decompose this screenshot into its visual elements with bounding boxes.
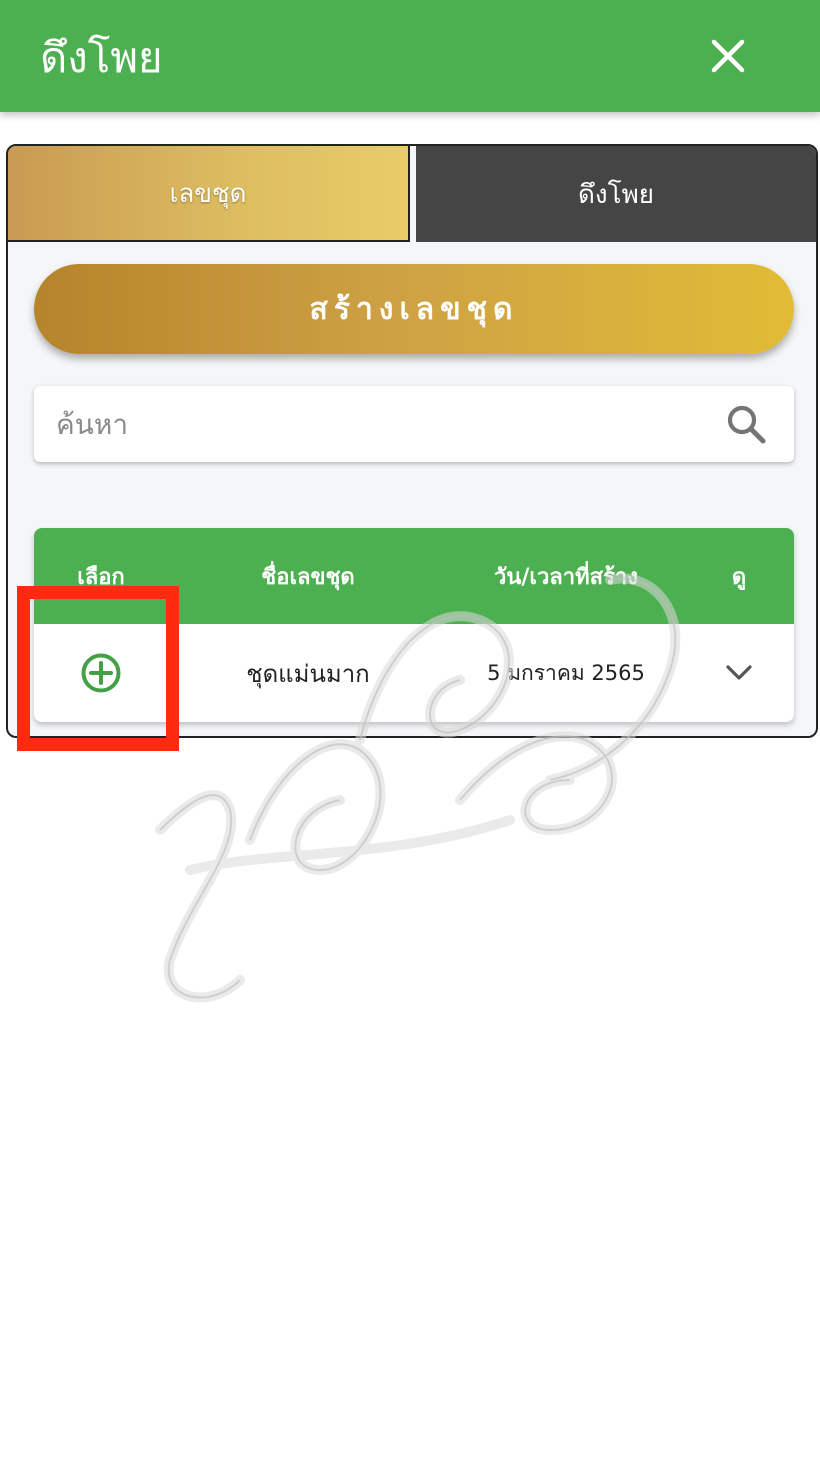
page-title: ดึงโพย	[40, 33, 163, 82]
add-circle-icon[interactable]	[79, 651, 123, 695]
column-header-view: ดู	[731, 564, 747, 590]
tab-label: ดึงโพย	[578, 179, 654, 210]
create-button-label: สร้างเลขชุด	[309, 291, 519, 327]
column-header-select: เลือก	[77, 564, 125, 590]
tab-number-sets[interactable]: เลขชุด	[8, 146, 410, 242]
search-icon[interactable]	[724, 402, 768, 446]
app-header: ดึงโพย	[0, 0, 820, 112]
search-input[interactable]	[56, 396, 696, 452]
tab-bar: เลขชุด ดึงโพย	[8, 146, 816, 242]
number-set-name: ชุดแม่นมาก	[246, 659, 370, 688]
tab-label: เลขชุด	[169, 178, 247, 209]
close-icon	[711, 39, 745, 73]
chevron-down-icon[interactable]	[723, 657, 755, 689]
tab-pull-slip[interactable]: ดึงโพย	[416, 146, 816, 242]
number-set-table: เลือก ชื่อเลขชุด วัน/เวลาที่สร้าง ดู ชุด…	[34, 528, 794, 722]
table-header: เลือก ชื่อเลขชุด วัน/เวลาที่สร้าง ดู	[34, 528, 794, 624]
search-bar	[34, 386, 794, 462]
column-header-created: วัน/เวลาที่สร้าง	[494, 564, 638, 590]
close-button[interactable]	[704, 32, 752, 80]
table-row: ชุดแม่นมาก 5 มกราคม 2565	[34, 624, 794, 722]
content-panel: เลขชุด ดึงโพย สร้างเลขชุด เลือก ชื่อเลขช…	[6, 144, 818, 738]
view-cell	[684, 624, 794, 722]
select-cell	[34, 624, 168, 722]
column-header-name: ชื่อเลขชุด	[261, 564, 355, 590]
create-number-set-button[interactable]: สร้างเลขชุด	[34, 264, 794, 354]
created-date: 5 มกราคม 2565	[487, 660, 645, 685]
